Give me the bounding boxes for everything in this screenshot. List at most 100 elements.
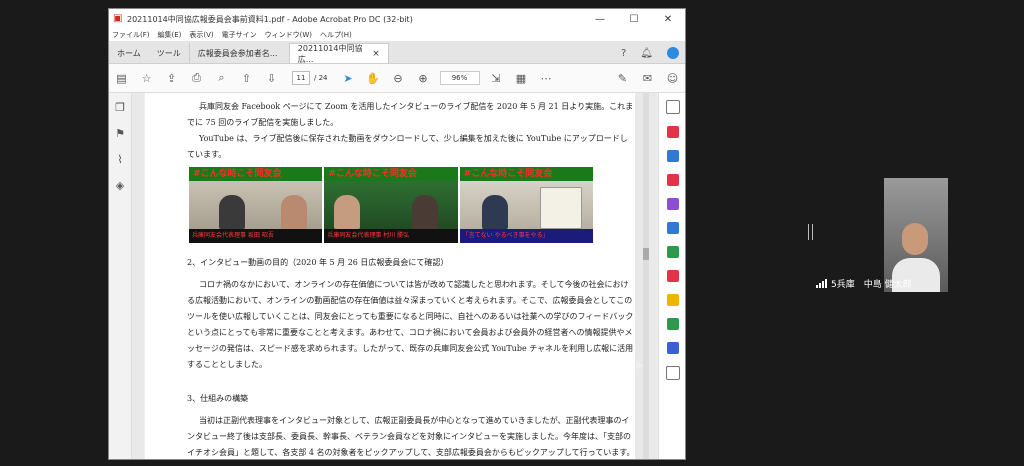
search-icon[interactable]: ⌕ (209, 71, 234, 85)
export-pdf-icon[interactable] (666, 126, 679, 138)
page-layout-icon[interactable]: ▦ (509, 72, 534, 85)
save-icon[interactable]: ▤ (109, 72, 134, 85)
layers-icon[interactable]: ◈ (109, 179, 131, 197)
photo-2-header: #こんな時こそ同友会 (324, 167, 458, 181)
bookmarks-icon[interactable]: ⚑ (109, 127, 131, 145)
comment-icon[interactable] (666, 294, 679, 306)
maximize-button[interactable]: ☐ (617, 14, 651, 25)
zoom-out-icon[interactable]: ⊖ (386, 72, 411, 85)
acrobat-window: ▣ 20211014中同協広報委員会事前資料1.pdf - Adobe Acro… (108, 8, 686, 460)
share-user-icon[interactable]: ☺ (660, 72, 685, 85)
photo-2-scene (324, 181, 458, 229)
page-up-icon[interactable]: ⇧ (234, 72, 259, 85)
more-tools-pane-icon[interactable] (665, 366, 680, 380)
mail-icon[interactable]: ✉ (635, 72, 660, 85)
photo-1-person-b (281, 195, 307, 229)
organize-pages-icon[interactable] (666, 222, 679, 234)
menu-view[interactable]: 表示(V) (189, 30, 213, 40)
signal-strength-icon (816, 278, 828, 288)
photo-1-scene (189, 181, 323, 229)
create-pdf-icon[interactable] (666, 150, 679, 162)
page-navigator: 11 / 24 (292, 71, 328, 85)
paragraph-structure: 当初は正副代表理事をインタビュー対象として、広報正副委員長が中心となって進めてい… (187, 416, 635, 457)
paragraph-youtube: YouTube は、ライブ配信後に保存された動画をダウンロードして、少し編集を加… (187, 134, 628, 159)
section-heading-3: 3、仕組みの構築 (187, 394, 249, 403)
help-icon[interactable]: ? (621, 48, 626, 59)
photo-3-person-a (481, 195, 508, 229)
combine-files-icon[interactable] (666, 270, 679, 282)
left-gutter (132, 93, 144, 459)
bookmark-star-icon[interactable]: ☆ (134, 72, 159, 85)
page-thumbnails-icon[interactable]: ❐ (109, 101, 131, 119)
tab-document-1-label: 広報委員会参加者名... (197, 48, 278, 58)
photo-3-whiteboard (539, 187, 582, 229)
page-number-input[interactable]: 11 (292, 71, 310, 85)
scrollbar-track[interactable] (643, 93, 649, 459)
menu-file[interactable]: ファイル(F) (112, 30, 150, 40)
attachments-icon[interactable]: ⌇ (109, 153, 131, 171)
tab-close-icon[interactable]: × (372, 49, 380, 59)
tab-bar-right: ? 🔔︎ (607, 43, 685, 63)
minimize-button[interactable]: — (583, 14, 617, 25)
avatar[interactable] (667, 47, 679, 59)
print-icon[interactable]: ⎙ (184, 71, 209, 85)
scan-icon[interactable] (666, 318, 679, 330)
menu-help[interactable]: ヘルプ(H) (320, 30, 352, 40)
tab-home[interactable]: ホーム (109, 43, 149, 63)
photo-3-caption: 「言てない やるべき事をやる」 (459, 229, 593, 243)
zoom-select[interactable]: 96% (439, 71, 480, 85)
paragraph-facebook: 兵庫同友会 Facebook ページにて Zoom を活用したインタビューのライ… (187, 102, 634, 127)
tab-document-2[interactable]: 20211014中同協広... × (288, 43, 389, 64)
tab-document-2-label: 20211014中同協広... (297, 43, 363, 64)
photo-2-caption: 兵庫同友会代表理事 村川 勝弘 (324, 229, 458, 243)
tab-tools[interactable]: ツール (149, 43, 189, 63)
zoom-tool-icon[interactable] (665, 100, 680, 114)
photo-1-header: #こんな時こそ同友会 (189, 167, 323, 181)
sign-icon[interactable]: ✎ (610, 72, 635, 85)
menu-sign[interactable]: 電子サイン (222, 30, 257, 40)
interview-photo-2: #こんな時こそ同友会 兵庫同友会代表理事 村川 勝弘 (324, 167, 458, 243)
upload-icon[interactable]: ⇪ (159, 72, 184, 85)
photo-3-scene (459, 181, 593, 229)
photo-3-header: #こんな時こそ同友会 (459, 167, 593, 181)
participant-name: 5兵庫 中島 健太郎 (831, 279, 912, 290)
zoom-in-icon[interactable]: ⊕ (411, 72, 436, 85)
page-down-icon[interactable]: ⇩ (259, 72, 284, 85)
pdf-page: 兵庫同友会 Facebook ページにて Zoom を活用したインタビューのライ… (145, 93, 635, 459)
tab-document-1[interactable]: 広報委員会参加者名... (188, 43, 289, 63)
paragraph-purpose: コロナ禍のなかにおいて、オンラインの存在価値については皆が改めて認識したと思われ… (187, 280, 634, 369)
protect-icon[interactable] (666, 342, 679, 354)
menu-edit[interactable]: 編集(E) (158, 30, 182, 40)
interview-photo-1: #こんな時こそ同友会 兵庫同友会代表理事 坂田 昭吾 (189, 167, 323, 243)
tab-bar: ホーム ツール 広報委員会参加者名... 20211014中同協広... × ?… (109, 41, 685, 64)
fit-page-icon[interactable]: ⇲ (484, 72, 509, 85)
window-title: 20211014中同協広報委員会事前資料1.pdf - Adobe Acroba… (127, 14, 413, 24)
menu-window[interactable]: ウィンドウ(W) (265, 30, 312, 40)
edit-pdf-icon[interactable] (666, 174, 679, 186)
scrollbar-thumb[interactable] (643, 248, 649, 260)
export-icon[interactable] (666, 246, 679, 258)
select-cursor-icon[interactable]: ➤ (336, 72, 361, 85)
gallery-splitter[interactable] (808, 224, 813, 240)
bell-icon[interactable]: 🔔︎ (640, 48, 653, 59)
fill-sign-icon[interactable] (666, 198, 679, 210)
interview-photo-3: #こんな時こそ同友会 「言てない やるべき事をやる」 (459, 167, 593, 243)
left-navigation-pane: ❐ ⚑ ⌇ ◈ (109, 93, 132, 459)
participant-head (902, 223, 928, 255)
menu-bar: ファイル(F) 編集(E) 表示(V) 電子サイン ウィンドウ(W) ヘルプ(H… (109, 29, 685, 41)
participant-name-tag: 5兵庫 中島 健太郎 (816, 276, 912, 290)
tools-pane (658, 93, 685, 459)
participant-video[interactable] (884, 178, 948, 292)
more-tools-icon[interactable]: ⋯ (534, 72, 559, 85)
pdf-icon: ▣ (113, 13, 123, 24)
toolbar: ▤ ☆ ⇪ ⎙ ⌕ ⇧ ⇩ 11 / 24 ➤ ✋ ⊖ ⊕ 96% ⇲ ▦ ⋯ … (109, 64, 685, 93)
hand-tool-icon[interactable]: ✋ (361, 72, 386, 85)
photo-1-caption: 兵庫同友会代表理事 坂田 昭吾 (189, 229, 323, 243)
page-scrollbar[interactable] (635, 93, 657, 459)
close-button[interactable]: ✕ (651, 14, 685, 25)
photo-1-person-a (219, 195, 245, 229)
section-heading-2: 2、インタビュー動画の目的（2020 年 5 月 26 日広報委員会にて確認） (187, 258, 449, 267)
page-total: / 24 (314, 74, 328, 82)
photo-2-person-b (412, 195, 439, 229)
title-bar: ▣ 20211014中同協広報委員会事前資料1.pdf - Adobe Acro… (109, 9, 685, 29)
